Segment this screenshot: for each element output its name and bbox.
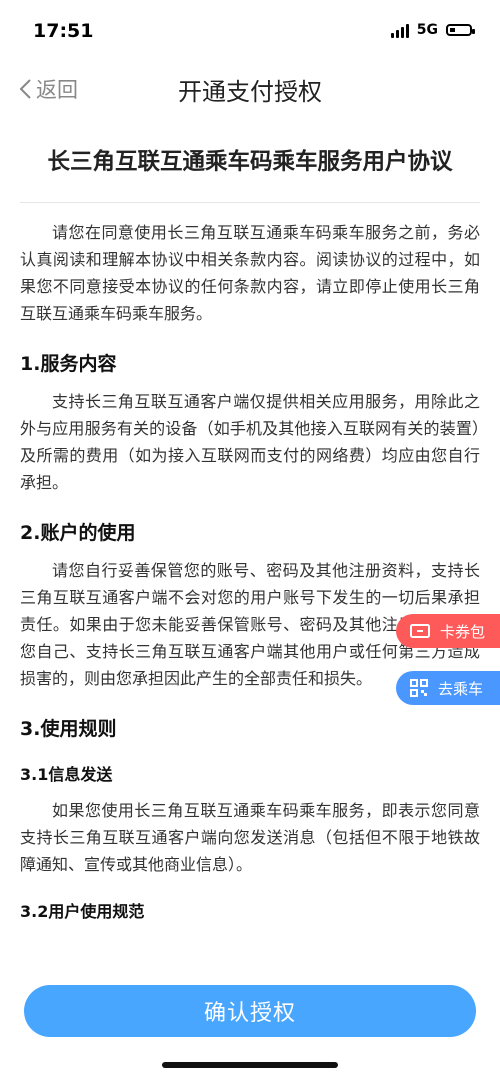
bottom-bar: 确认授权	[0, 949, 500, 1081]
section-1-body: 支持长三角互联互通客户端仅提供相关应用服务，用除此之外与应用服务有关的设备（如手…	[20, 392, 480, 492]
section-3-heading: 3.使用规则	[20, 718, 117, 740]
ride-label: 去乘车	[438, 679, 484, 698]
agreement-content[interactable]: 长三角互联互通乘车码乘车服务用户协议 请您在同意使用长三角互联互通乘车码乘车服务…	[0, 116, 500, 949]
coupon-wallet-button[interactable]: 卡券包	[396, 614, 500, 648]
section-3-1-body: 如果您使用长三角互联互通乘车码乘车服务，即表示您同意支持长三角互联互通客户端向您…	[20, 801, 480, 874]
section-2-heading: 2.账户的使用	[20, 522, 136, 544]
section-3-1-heading: 3.1信息发送	[20, 765, 113, 784]
page-title: 开通支付授权	[178, 78, 322, 106]
section-1-heading: 1.服务内容	[20, 353, 117, 375]
status-bar: 17:51 5G	[0, 0, 500, 62]
battery-icon	[446, 24, 475, 36]
agreement-title: 长三角互联互通乘车码乘车服务用户协议	[47, 149, 453, 175]
divider	[20, 202, 480, 203]
navigation-bar: 返回 开通支付授权	[0, 62, 500, 116]
home-indicator	[162, 1062, 338, 1068]
intro-paragraph: 请您在同意使用长三角互联互通乘车码乘车服务之前，务必认真阅读和理解本协议中相关条…	[20, 223, 480, 323]
qr-code-icon	[410, 679, 428, 697]
network-type: 5G	[416, 22, 438, 38]
coupon-label: 卡券包	[440, 622, 486, 641]
confirm-authorization-button[interactable]: 确认授权	[24, 985, 476, 1037]
status-time: 17:51	[33, 20, 94, 42]
status-indicators: 5G	[390, 22, 475, 38]
ticket-icon	[410, 624, 430, 638]
signal-icon	[390, 22, 409, 38]
section-3-2-heading: 3.2用户使用规范	[20, 902, 145, 921]
go-ride-button[interactable]: 去乘车	[396, 671, 500, 705]
